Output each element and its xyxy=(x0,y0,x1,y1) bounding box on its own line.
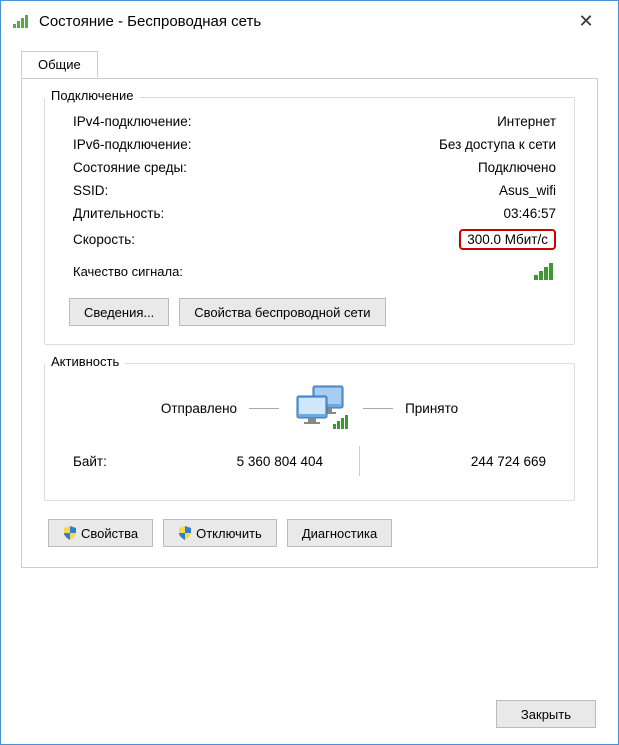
ipv6-value: Без доступа к сети xyxy=(439,137,556,152)
row-duration: Длительность: 03:46:57 xyxy=(63,202,556,225)
signal-label: Качество сигнала: xyxy=(63,264,183,279)
close-button[interactable]: Закрыть xyxy=(496,700,596,728)
speed-label: Скорость: xyxy=(63,232,135,247)
tab-general[interactable]: Общие xyxy=(21,51,98,78)
content-area: Общие Подключение IPv4-подключение: Инте… xyxy=(1,41,618,588)
row-ipv6: IPv6-подключение: Без доступа к сети xyxy=(63,133,556,156)
signal-bars-icon xyxy=(534,262,556,280)
ipv6-label: IPv6-подключение: xyxy=(63,137,191,152)
status-dialog-window: Состояние - Беспроводная сеть ✕ Общие По… xyxy=(0,0,619,745)
titlebar: Состояние - Беспроводная сеть ✕ xyxy=(1,1,618,41)
wireless-properties-button[interactable]: Свойства беспроводной сети xyxy=(179,298,385,326)
properties-button-label: Свойства xyxy=(81,526,138,541)
activity-group-title: Активность xyxy=(45,354,125,369)
disable-button[interactable]: Отключить xyxy=(163,519,277,547)
connection-button-row: Сведения... Свойства беспроводной сети xyxy=(63,298,556,326)
ipv4-label: IPv4-подключение: xyxy=(63,114,191,129)
bytes-sent: 5 360 804 404 xyxy=(153,454,343,469)
dialog-footer: Закрыть xyxy=(496,700,596,728)
bytes-received: 244 724 669 xyxy=(376,454,556,469)
diagnose-button[interactable]: Диагностика xyxy=(287,519,392,547)
window-title: Состояние - Беспроводная сеть xyxy=(39,13,566,30)
disable-button-label: Отключить xyxy=(196,526,262,541)
duration-value: 03:46:57 xyxy=(503,206,556,221)
bytes-row: Байт: 5 360 804 404 244 724 669 xyxy=(63,440,556,482)
sent-label: Отправлено xyxy=(161,401,237,416)
speed-value: 300.0 Мбит/c xyxy=(459,229,556,250)
ipv4-value: Интернет xyxy=(497,114,556,129)
monitors-icon xyxy=(291,384,351,432)
ssid-label: SSID: xyxy=(63,183,108,198)
properties-button[interactable]: Свойства xyxy=(48,519,153,547)
ssid-value: Asus_wifi xyxy=(499,183,556,198)
details-button[interactable]: Сведения... xyxy=(69,298,169,326)
row-signal: Качество сигнала: xyxy=(63,254,556,290)
dash-right xyxy=(363,408,393,409)
tabs: Общие xyxy=(21,51,598,79)
action-buttons: Свойства Отключить Диагностика xyxy=(44,519,575,547)
connection-group: Подключение IPv4-подключение: Интернет I… xyxy=(44,97,575,345)
connection-group-title: Подключение xyxy=(45,88,139,103)
recv-label: Принято xyxy=(405,401,458,416)
activity-graphic: Отправлено xyxy=(63,376,556,440)
dash-left xyxy=(249,408,279,409)
row-speed: Скорость: 300.0 Мбит/c xyxy=(63,225,556,254)
shield-icon xyxy=(63,526,77,540)
bytes-label: Байт: xyxy=(63,454,153,469)
media-label: Состояние среды: xyxy=(63,160,187,175)
duration-label: Длительность: xyxy=(63,206,164,221)
shield-icon xyxy=(178,526,192,540)
close-icon[interactable]: ✕ xyxy=(566,12,606,30)
wifi-title-icon xyxy=(13,14,31,28)
tab-panel: Подключение IPv4-подключение: Интернет I… xyxy=(21,78,598,568)
bytes-divider xyxy=(359,446,360,476)
row-ipv4: IPv4-подключение: Интернет xyxy=(63,110,556,133)
activity-group: Активность Отправлено xyxy=(44,363,575,501)
row-media: Состояние среды: Подключено xyxy=(63,156,556,179)
row-ssid: SSID: Asus_wifi xyxy=(63,179,556,202)
media-value: Подключено xyxy=(478,160,556,175)
